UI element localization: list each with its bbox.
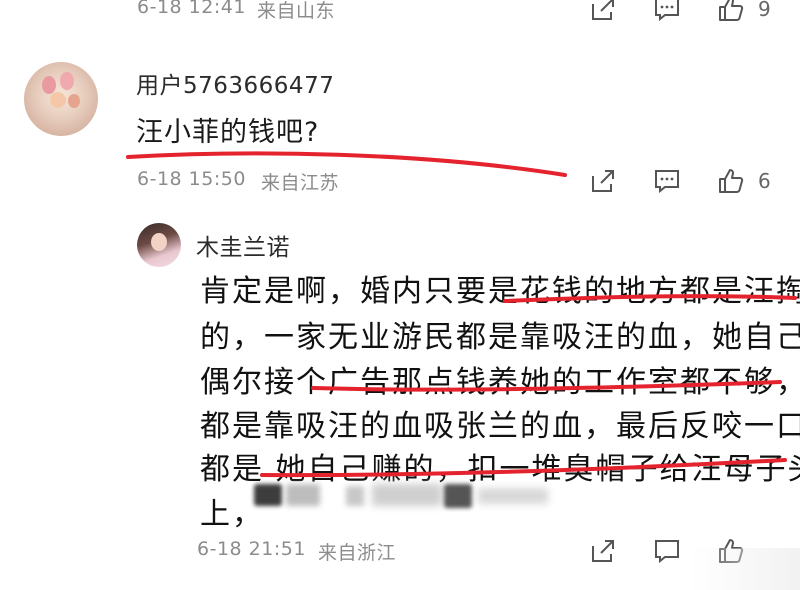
comment-like-count: 6 (758, 169, 771, 193)
share-icon[interactable] (588, 166, 618, 196)
reply-location: 来自浙江 (318, 542, 397, 564)
reply-text-line: 都是靠吸汪的血吸张兰的血，最后反咬一口 (200, 409, 800, 444)
flower-shape (42, 76, 56, 94)
comment-location: 来自江苏 (261, 172, 340, 194)
share-icon[interactable] (588, 536, 618, 566)
avatar[interactable] (137, 223, 181, 267)
like-icon[interactable] (716, 166, 746, 196)
flower-shape (68, 94, 80, 108)
comment-text: 汪小菲的钱吧? (136, 117, 320, 148)
like-icon[interactable] (716, 0, 746, 24)
flower-shape (60, 72, 74, 90)
face-shape (151, 233, 167, 251)
reply-text-line: 偶尔接个广告那点钱养她的工作室都不够， (200, 365, 800, 400)
comment-date: 6-18 15:50 (137, 168, 246, 190)
reply-username[interactable]: 木圭兰诺 (196, 228, 290, 262)
reply-text-line: 肯定是啊，婚内只要是花钱的地方都是汪掏 (200, 274, 800, 309)
reply-text-line: 的，一家无业游民都是靠吸汪的血，她自己 (200, 320, 800, 355)
comment-icon[interactable] (652, 166, 682, 196)
share-icon[interactable] (588, 0, 618, 24)
top-comment-date: 6-18 12:41 (137, 0, 246, 18)
comment-icon[interactable] (652, 0, 682, 24)
top-like-count: 9 (758, 0, 771, 21)
watermark-overlay (690, 548, 800, 590)
redacted-text-blur (254, 478, 554, 518)
comment-icon[interactable] (652, 536, 682, 566)
flower-shape (50, 92, 66, 108)
comment-username[interactable]: 用户5763666477 (136, 66, 334, 100)
top-comment-location: 来自山东 (257, 0, 336, 22)
reply-date: 6-18 21:51 (197, 538, 306, 560)
avatar[interactable] (24, 62, 98, 136)
